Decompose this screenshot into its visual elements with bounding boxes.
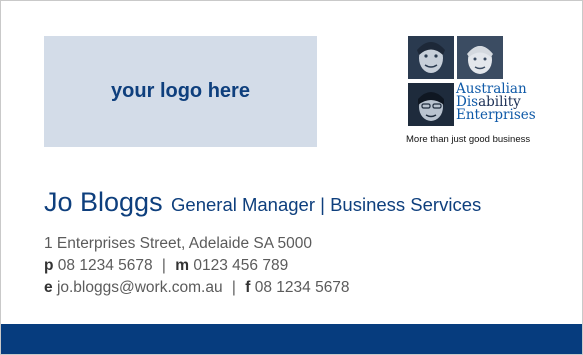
name-title-line: Jo Bloggs General Manager | Business Ser…	[44, 187, 481, 218]
logo-placeholder: your logo here	[44, 36, 317, 147]
wordmark-line-3: Enterprises	[456, 107, 536, 123]
address-line: 1 Enterprises Street, Adelaide SA 5000	[44, 235, 312, 252]
mobile-label: m	[175, 257, 190, 274]
portrait-photo	[408, 36, 454, 79]
contact-name: Jo Bloggs	[44, 187, 163, 217]
phone-label: p	[44, 257, 54, 274]
email-line: e jo.bloggs@work.com.au | f 08 1234 5678	[44, 277, 350, 299]
separator: |	[161, 257, 166, 274]
footer-bar	[1, 324, 582, 354]
business-card: your logo here Australian Disability Ent…	[0, 0, 583, 355]
fax-number: 08 1234 5678	[254, 279, 350, 296]
portrait-photo	[457, 36, 503, 79]
contact-details: 1 Enterprises Street, Adelaide SA 5000 p…	[44, 233, 350, 299]
email-address: jo.bloggs@work.com.au	[56, 279, 223, 296]
ade-logo: Australian Disability Enterprises More t…	[406, 36, 571, 154]
tagline: More than just good business	[406, 134, 531, 145]
mobile-number: 0123 456 789	[193, 257, 289, 274]
phone-line: p 08 1234 5678 | m 0123 456 789	[44, 255, 350, 277]
fax-label: f	[245, 279, 251, 296]
separator: |	[231, 279, 236, 296]
ade-wordmark: Australian Disability Enterprises	[456, 82, 536, 123]
portrait-photo	[408, 83, 454, 126]
contact-title: General Manager | Business Services	[171, 194, 482, 215]
email-label: e	[44, 279, 53, 296]
logo-placeholder-text: your logo here	[111, 80, 250, 102]
phone-number: 08 1234 5678	[57, 257, 153, 274]
